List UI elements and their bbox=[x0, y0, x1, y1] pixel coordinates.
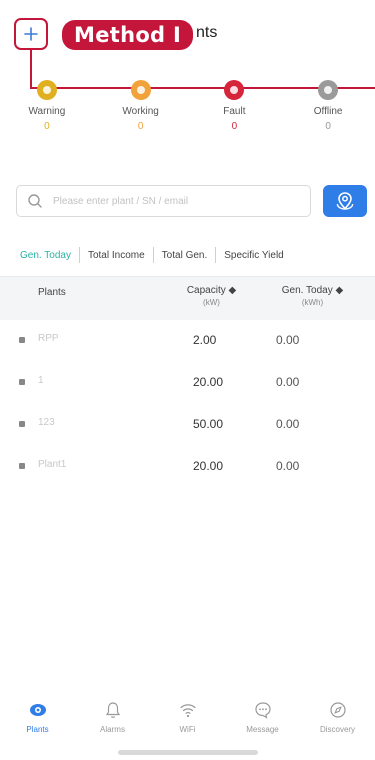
gen-today-header-label: Gen. Today ◆ bbox=[281, 285, 344, 296]
status-fault[interactable]: Fault 0 bbox=[188, 78, 282, 148]
table-header: Plants Capacity ◆ (kW) Gen. Today ◆ (kWh… bbox=[0, 276, 375, 320]
plant-name: Plant1 bbox=[38, 459, 67, 470]
table-row[interactable]: 123 50.00 0.00 bbox=[0, 404, 375, 446]
discovery-icon bbox=[329, 702, 346, 718]
method-annotation-label: Method I bbox=[74, 23, 182, 47]
status-count: 0 bbox=[137, 121, 144, 132]
capacity-unit: (kW) bbox=[203, 298, 220, 307]
message-icon bbox=[254, 702, 271, 719]
wifi-icon bbox=[179, 704, 196, 718]
row-bullet-icon bbox=[19, 463, 25, 469]
nav-message[interactable]: Message bbox=[225, 692, 300, 748]
gen-today-unit: (kWh) bbox=[301, 298, 324, 307]
tab-gen-today[interactable]: Gen. Today bbox=[14, 250, 79, 261]
plus-icon bbox=[24, 27, 38, 41]
plant-name: 123 bbox=[38, 417, 55, 428]
add-plant-button[interactable] bbox=[14, 18, 48, 50]
search-icon bbox=[28, 194, 42, 208]
home-indicator bbox=[118, 750, 258, 755]
plant-capacity: 20.00 bbox=[193, 375, 224, 389]
fault-status-icon bbox=[224, 80, 245, 100]
warning-status-icon bbox=[36, 80, 57, 100]
status-summary: Warning 0 Working 0 Fault 0 Offline 0 bbox=[0, 78, 375, 148]
plant-capacity: 2.00 bbox=[193, 333, 217, 347]
plant-name: RPP bbox=[38, 333, 59, 344]
plant-gen-today: 0.00 bbox=[276, 417, 300, 431]
nav-discovery[interactable]: Discovery bbox=[300, 692, 375, 748]
status-count: 0 bbox=[44, 121, 50, 132]
working-status-icon bbox=[130, 80, 151, 100]
table-row[interactable]: 1 20.00 0.00 bbox=[0, 362, 375, 404]
nav-label: Message bbox=[246, 725, 279, 734]
column-header-gen-today[interactable]: Gen. Today ◆ (kWh) bbox=[265, 285, 360, 307]
offline-status-icon bbox=[318, 80, 339, 100]
nav-plants[interactable]: Plants bbox=[0, 692, 75, 748]
nav-wifi[interactable]: WiFi bbox=[150, 692, 225, 748]
header: Method I nts bbox=[0, 0, 375, 60]
nav-label: Discovery bbox=[319, 725, 356, 734]
nav-label: WiFi bbox=[179, 725, 196, 734]
row-bullet-icon bbox=[19, 421, 25, 427]
nav-alarms[interactable]: Alarms bbox=[75, 692, 150, 748]
status-count: 0 bbox=[325, 121, 331, 132]
map-view-button[interactable] bbox=[323, 185, 367, 217]
row-bullet-icon bbox=[19, 379, 25, 385]
plant-gen-today: 0.00 bbox=[276, 459, 300, 473]
nav-label: Plants bbox=[26, 725, 49, 734]
table-row[interactable]: Plant1 20.00 0.00 bbox=[0, 446, 375, 488]
page-title-fragment: nts bbox=[196, 24, 218, 41]
method-annotation-tag: Method I bbox=[62, 20, 194, 50]
status-count: 0 bbox=[231, 121, 238, 132]
column-header-capacity[interactable]: Capacity ◆ (kW) bbox=[184, 285, 239, 307]
row-bullet-icon bbox=[19, 337, 25, 343]
table-row[interactable]: RPP 2.00 0.00 bbox=[0, 320, 375, 362]
column-header-plants: Plants bbox=[38, 287, 66, 298]
search-box bbox=[16, 185, 311, 217]
search-input[interactable] bbox=[53, 195, 273, 207]
tab-specific-yield[interactable]: Specific Yield bbox=[216, 250, 291, 261]
tab-total-income[interactable]: Total Income bbox=[80, 250, 153, 261]
capacity-header-label: Capacity ◆ bbox=[186, 285, 237, 296]
bell-icon bbox=[105, 702, 120, 718]
status-offline[interactable]: Offline 0 bbox=[281, 78, 375, 148]
tab-total-gen[interactable]: Total Gen. bbox=[154, 250, 216, 261]
plant-name: 1 bbox=[38, 375, 44, 386]
plant-capacity: 20.00 bbox=[193, 459, 224, 473]
map-icon bbox=[336, 192, 354, 210]
status-working[interactable]: Working 0 bbox=[94, 78, 188, 148]
status-label: Working bbox=[122, 106, 159, 117]
status-label: Fault bbox=[223, 106, 246, 117]
bottom-navigation: Plants Alarms WiFi Message Discovery bbox=[0, 692, 375, 748]
plant-capacity: 50.00 bbox=[193, 417, 224, 431]
status-label: Offline bbox=[313, 106, 343, 117]
plant-gen-today: 0.00 bbox=[276, 333, 300, 347]
nav-label: Alarms bbox=[100, 725, 125, 734]
plants-icon bbox=[29, 704, 46, 716]
metric-tabs: Gen. Today Total Income Total Gen. Speci… bbox=[14, 244, 375, 266]
status-warning[interactable]: Warning 0 bbox=[0, 78, 94, 148]
plant-gen-today: 0.00 bbox=[276, 375, 300, 389]
status-label: Warning bbox=[28, 106, 66, 117]
